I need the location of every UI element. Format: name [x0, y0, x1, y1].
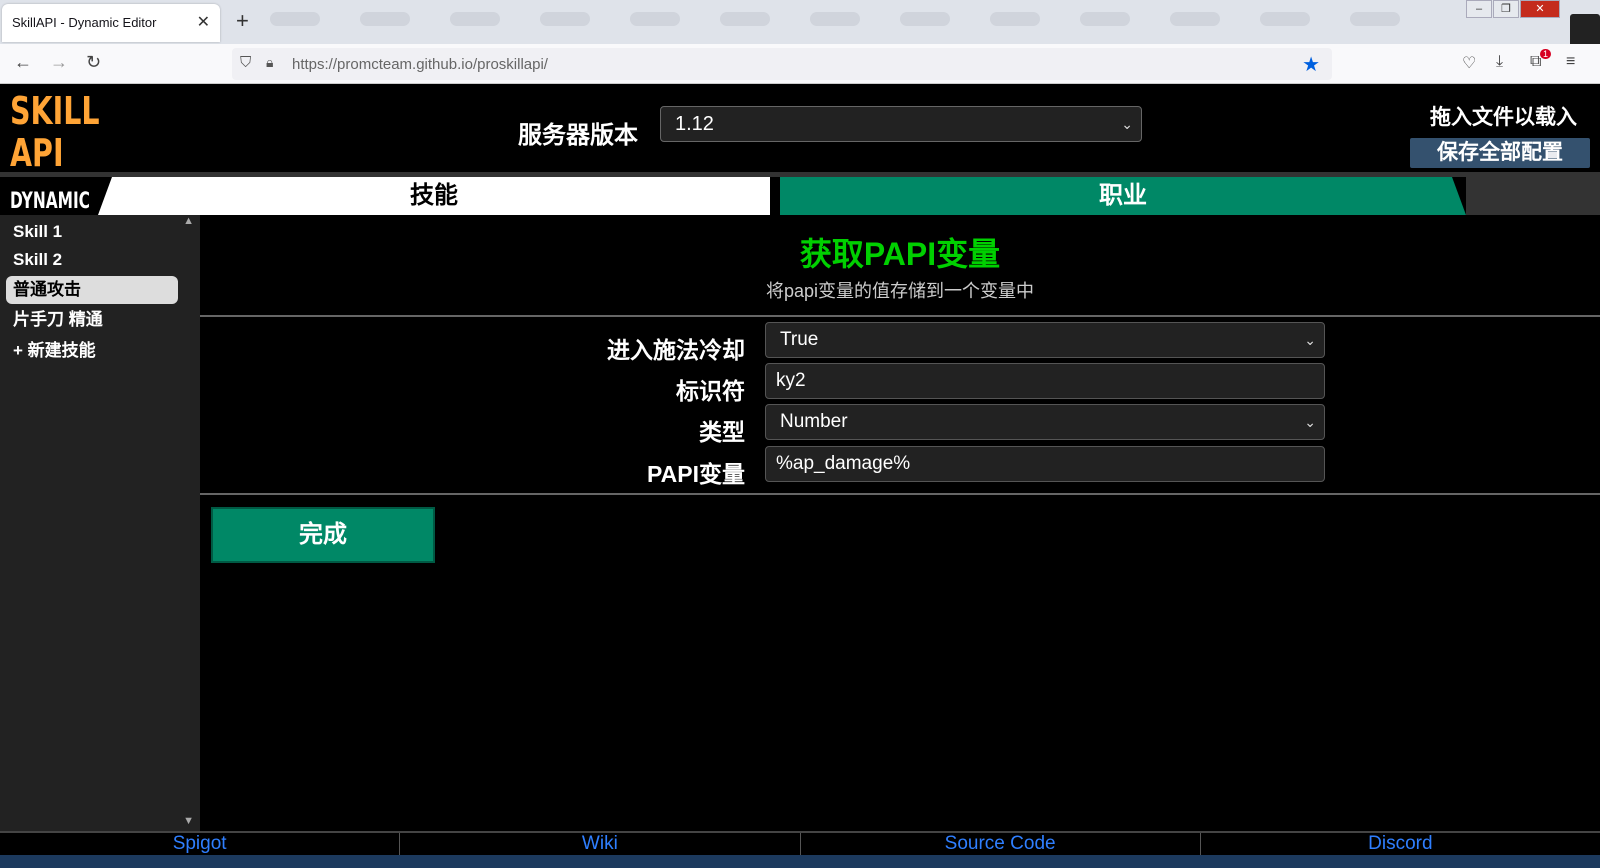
skill-sidebar[interactable]: ▲ Skill 1 Skill 2 普通攻击 片手刀 精通 + 新建技能 ▼: [0, 215, 200, 831]
divider: [200, 493, 1600, 495]
url-text[interactable]: https://promcteam.github.io/proskillapi/: [292, 56, 548, 73]
cooldown-value: True: [780, 329, 819, 350]
done-button[interactable]: 完成: [211, 507, 435, 563]
menu-icon[interactable]: ≡: [1566, 53, 1575, 71]
url-path: /proskillapi/: [472, 56, 548, 73]
logo-api: API: [10, 131, 64, 175]
tab-skill[interactable]: 技能: [98, 177, 770, 215]
chevron-down-icon: ⌄: [1304, 414, 1316, 430]
browser-tab-bar: SkillAPI - Dynamic Editor ✕ + – ❐ ✕: [0, 0, 1600, 54]
component-description: 将papi变量的值存储到一个变量中: [765, 281, 1035, 301]
cooldown-select[interactable]: True ⌄: [765, 322, 1325, 358]
new-tab-button[interactable]: +: [236, 8, 249, 34]
wiki-link[interactable]: Wiki: [400, 833, 801, 855]
close-tab-icon[interactable]: ✕: [197, 12, 210, 32]
reload-icon[interactable]: ↻: [86, 52, 101, 73]
minimize-icon[interactable]: –: [1466, 0, 1492, 18]
tab-filler: [1466, 177, 1600, 215]
window-controls: – ❐ ✕: [1466, 0, 1560, 18]
tab-class[interactable]: 职业: [780, 177, 1466, 215]
browser-nav-bar: ← → ↻ ⛉ 🔒︎ https://promcteam.github.io/p…: [0, 44, 1600, 84]
logo-skill: SKILL: [10, 89, 100, 133]
chevron-down-icon: ⌄: [1121, 116, 1133, 132]
footer: Spigot Wiki Source Code Discord: [0, 831, 1600, 855]
back-icon[interactable]: ←: [14, 52, 32, 73]
server-version-select[interactable]: 1.12 ⌄: [660, 106, 1142, 142]
url-bar[interactable]: ⛉ 🔒︎ https://promcteam.github.io/proskil…: [232, 48, 1332, 80]
save-all-button[interactable]: 保存全部配置: [1410, 138, 1590, 168]
key-label: 标识符: [676, 378, 745, 404]
component-title: 获取PAPI变量: [799, 236, 1001, 272]
notification-badge: 1: [1540, 49, 1552, 59]
drop-file-label: 拖入文件以载入: [1430, 106, 1577, 129]
divider: [200, 315, 1600, 317]
downloads-icon[interactable]: ⤓: [1496, 53, 1503, 71]
other-tabs: [270, 12, 1400, 26]
chevron-down-icon: ⌄: [1304, 332, 1316, 348]
cooldown-label: 进入施法冷却: [607, 337, 745, 363]
new-skill-button[interactable]: + 新建技能: [6, 337, 178, 365]
sidebar-item-blade-mastery[interactable]: 片手刀 精通: [6, 306, 178, 334]
browser-tab[interactable]: SkillAPI - Dynamic Editor ✕: [2, 4, 220, 42]
type-select[interactable]: Number ⌄: [765, 404, 1325, 440]
source-code-link[interactable]: Source Code: [801, 833, 1201, 855]
sidebar-item-normal-attack[interactable]: 普通攻击: [6, 276, 178, 304]
papi-label: PAPI变量: [647, 461, 745, 487]
pocket-icon[interactable]: ♡: [1462, 53, 1476, 73]
window-close-icon[interactable]: ✕: [1520, 0, 1560, 18]
scroll-down-icon[interactable]: ▼: [183, 815, 194, 827]
key-input[interactable]: ky2: [765, 363, 1325, 399]
spigot-link[interactable]: Spigot: [0, 833, 401, 855]
type-label: 类型: [699, 419, 745, 445]
logo-dynamic: DYNAMIC: [10, 189, 90, 214]
server-version-value: 1.12: [675, 113, 714, 135]
papi-input[interactable]: %ap_damage%: [765, 446, 1325, 482]
shield-icon[interactable]: ⛉: [240, 54, 251, 71]
os-taskbar: [0, 855, 1600, 868]
restore-icon[interactable]: ❐: [1493, 0, 1519, 18]
scroll-up-icon[interactable]: ▲: [183, 215, 194, 227]
bookmark-star-icon[interactable]: ★: [1302, 52, 1320, 77]
type-value: Number: [780, 411, 848, 432]
discord-link[interactable]: Discord: [1201, 833, 1600, 855]
tab-divider: [0, 172, 1600, 177]
server-version-label: 服务器版本: [518, 122, 638, 149]
sidebar-item-skill-2[interactable]: Skill 2: [6, 246, 178, 274]
sidebar-item-skill-1[interactable]: Skill 1: [6, 218, 178, 246]
forward-icon[interactable]: →: [50, 52, 68, 73]
url-host: https://promcteam.github.io: [292, 56, 473, 73]
component-editor: 获取PAPI变量 将papi变量的值存储到一个变量中 进入施法冷却 True ⌄…: [200, 215, 1600, 831]
lock-icon[interactable]: 🔒︎: [266, 54, 273, 71]
browser-tab-title: SkillAPI - Dynamic Editor: [12, 15, 157, 30]
